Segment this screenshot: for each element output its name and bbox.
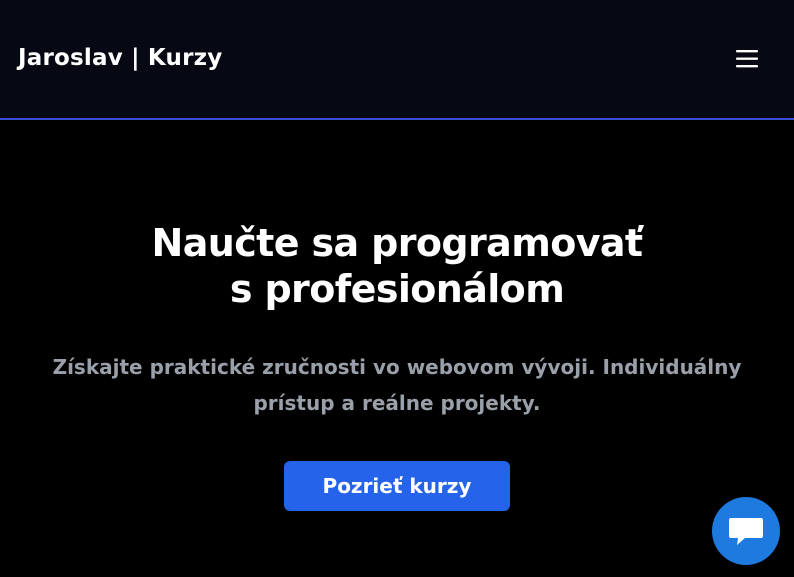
- hero-title-line-1: Naučte sa programovať: [151, 221, 644, 265]
- chat-bubble-icon: [729, 518, 763, 545]
- hero-subtitle-line-1: Získajte praktické zručnosti vo webovom …: [52, 355, 742, 379]
- hero-subtitle-line-2: prístup a reálne projekty.: [253, 391, 541, 415]
- site-header: Jaroslav | Kurzy: [0, 0, 794, 120]
- hamburger-menu-icon: [736, 50, 758, 68]
- view-courses-button[interactable]: Pozrieť kurzy: [284, 461, 510, 511]
- brand-logo-link[interactable]: Jaroslav | Kurzy: [18, 43, 222, 73]
- hero-section: Naučte sa programovať s profesionálom Zí…: [0, 122, 794, 577]
- menu-toggle-button[interactable]: [730, 44, 764, 74]
- chat-widget-button[interactable]: [712, 497, 780, 565]
- hero-subtitle: Získajte praktické zručnosti vo webovom …: [40, 349, 754, 421]
- page: Jaroslav | Kurzy Naučte sa programovať s…: [0, 0, 794, 577]
- hero-title: Naučte sa programovať s profesionálom: [60, 220, 734, 312]
- hero-title-line-2: s profesionálom: [229, 267, 565, 311]
